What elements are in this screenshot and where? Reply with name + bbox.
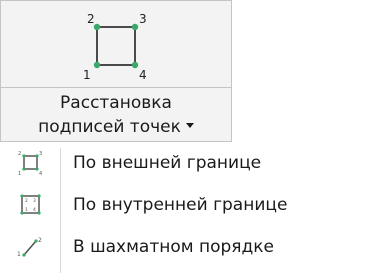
svg-text:2: 2	[25, 198, 28, 204]
button-label-line2: подписей точек	[38, 117, 181, 137]
corner-label-4: 4	[139, 68, 147, 82]
svg-text:4: 4	[39, 171, 42, 176]
inner-border-icon: 2 3 1 4	[20, 194, 41, 215]
checker-label-2: 2	[38, 237, 42, 244]
svg-text:2: 2	[18, 151, 21, 157]
button-label-line2-wrap: подписей точек	[1, 115, 231, 139]
point-labels-icon: 2 3 1 4	[83, 12, 147, 82]
split-separator	[1, 87, 231, 88]
button-label-line1: Расстановка	[60, 93, 172, 113]
menu-item-label: В шахматном порядке	[73, 237, 275, 257]
svg-text:4: 4	[33, 207, 36, 213]
svg-text:3: 3	[39, 151, 42, 157]
split-button-dropdown-label[interactable]: Расстановка подписей точек	[1, 91, 231, 139]
point-labels-control: 2 3 1 4 Расстановка подписей точек 2 3 1	[0, 0, 371, 273]
dropdown-menu: 2 3 1 4 По внешней границе 2 3 1 4 По вн…	[0, 142, 371, 273]
corner-label-2: 2	[87, 12, 95, 26]
checker-label-1: 1	[17, 251, 21, 258]
svg-text:1: 1	[18, 171, 21, 176]
svg-text:1: 1	[25, 207, 28, 213]
menu-item-label: По внутренней границе	[73, 195, 288, 215]
split-button-main[interactable]: 2 3 1 4	[1, 1, 231, 87]
menu-item-checkerboard[interactable]: 1 2 В шахматном порядке	[0, 226, 371, 268]
corner-label-1: 1	[83, 68, 91, 82]
point-labels-split-button[interactable]: 2 3 1 4 Расстановка подписей точек	[0, 0, 232, 142]
checkerboard-order-icon: 1 2	[17, 237, 42, 258]
menu-item-outer-border[interactable]: 2 3 1 4 По внешней границе	[0, 142, 371, 184]
menu-item-label: По внешней границе	[73, 153, 262, 173]
corner-label-3: 3	[139, 12, 147, 26]
menu-item-inner-border[interactable]: 2 3 1 4 По внутренней границе	[0, 184, 371, 226]
outer-border-icon: 2 3 1 4	[18, 151, 42, 176]
svg-text:3: 3	[33, 198, 36, 204]
dropdown-arrow-icon	[185, 122, 194, 128]
